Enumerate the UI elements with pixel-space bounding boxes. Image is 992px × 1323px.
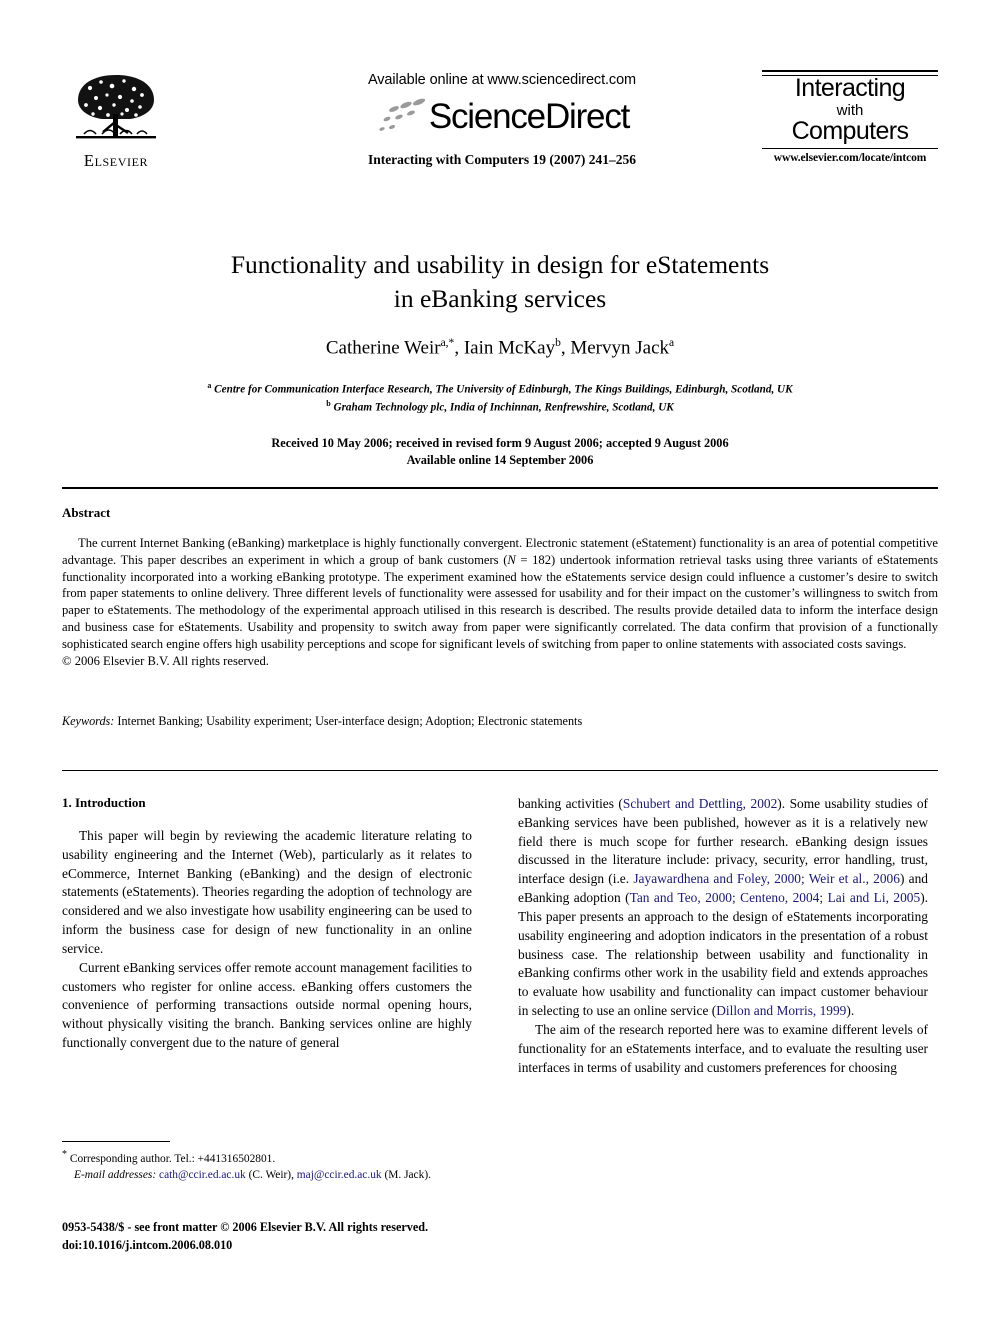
author-marks: a (669, 337, 675, 350)
footnote-block: * Corresponding author. Tel.: +441316502… (62, 1141, 472, 1183)
abstract-copyright: © 2006 Elsevier B.V. All rights reserved… (62, 653, 269, 668)
title-block: Functionality and usability in design fo… (62, 248, 938, 470)
page-title: Functionality and usability in design fo… (62, 248, 938, 315)
abstract-top-rule (62, 487, 938, 489)
abstract-text-part2: ) undertook information retrieval tasks … (62, 552, 939, 651)
article-first-page: Elsevier Available online at www.science… (0, 0, 992, 1323)
issn-front-matter: 0953-5438/$ - see front matter © 2006 El… (62, 1220, 429, 1234)
sciencedirect-wordmark: ScienceDirect (428, 97, 631, 136)
elsevier-tree-icon (76, 75, 156, 139)
sciencedirect-logo: ScienceDirect (278, 94, 726, 140)
publication-dates: Received 10 May 2006; received in revise… (62, 435, 938, 470)
corresponding-author-note: * Corresponding author. Tel.: +441316502… (62, 1148, 472, 1167)
sciencedirect-block: Available online at www.sciencedirect.co… (278, 72, 726, 168)
keywords-list: Internet Banking; Usability experiment; … (117, 714, 583, 728)
text-segment: banking activities ( (518, 796, 623, 811)
affiliation-text: Graham Technology plc, India of Inchinna… (333, 401, 674, 414)
author-name: Iain McKay (463, 337, 556, 359)
sciencedirect-swoosh-icon (379, 98, 425, 131)
journal-masthead-box: Interacting with Computers www.elsevier.… (762, 70, 938, 164)
column-right: banking activities (Schubert and Dettlin… (518, 795, 928, 1077)
citation-link[interactable]: Schubert and Dettling, 2002 (623, 796, 777, 811)
available-online-text: Available online at www.sciencedirect.co… (367, 72, 637, 88)
author-marks: b (555, 337, 561, 350)
author-list: Catherine Weira,*, Iain McKayb, Mervyn J… (325, 337, 675, 359)
author-marks: a,* (440, 337, 455, 350)
affiliation-item: a Centre for Communication Interface Res… (62, 380, 938, 399)
email-addresses-note: E-mail addresses: cath@ccir.ed.ac.uk (C.… (62, 1167, 472, 1183)
paragraph: The aim of the research reported here wa… (518, 1021, 928, 1075)
email-label: E-mail addresses: (74, 1168, 157, 1181)
available-online-date: Available online 14 September 2006 (406, 453, 594, 468)
sample-size-symbol: N (507, 552, 516, 567)
corresponding-author-text: Corresponding author. Tel.: +44131650280… (67, 1152, 276, 1165)
abstract-section: Abstract The current Internet Banking (e… (62, 505, 938, 670)
masthead: Elsevier Available online at www.science… (62, 62, 938, 212)
keywords-label: Keywords: (62, 714, 115, 728)
elsevier-logo: Elsevier (62, 70, 170, 171)
email-link-weir[interactable]: cath@ccir.ed.ac.uk (159, 1169, 246, 1181)
affiliation-mark: b (326, 399, 331, 409)
paragraph: This paper will begin by reviewing the a… (62, 828, 472, 956)
citation-link[interactable]: Tan and Teo, 2000; Centeno, 2004; Lai an… (630, 890, 921, 905)
text-segment: ). (846, 1003, 855, 1019)
citation-link[interactable]: Jayawardhena and Foley, 2000; Weir et al… (633, 871, 900, 886)
email-owner-weir: (C. Weir), (245, 1168, 297, 1181)
column-left: 1. Introduction This paper will begin by… (62, 795, 472, 1053)
journal-box-bottom-rule (762, 148, 938, 150)
author-name: Mervyn Jack (570, 337, 670, 359)
body-columns: 1. Introduction This paper will begin by… (62, 795, 938, 1195)
author-name: Catherine Weir (325, 337, 441, 359)
email-owner-jack: (M. Jack). (381, 1168, 431, 1181)
section-heading-introduction: 1. Introduction (62, 795, 146, 810)
title-line-1: Functionality and usability in design fo… (230, 250, 770, 279)
journal-title-line1: Interacting (794, 74, 906, 102)
sample-size-value: = 182 (515, 552, 552, 567)
affiliation-item: b Graham Technology plc, India of Inchin… (62, 398, 938, 417)
footnote-rule (62, 1141, 170, 1142)
journal-url[interactable]: www.elsevier.com/locate/intcom (762, 152, 938, 164)
keywords-section: Keywords: Internet Banking; Usability ex… (62, 714, 938, 729)
affiliation-mark: a (207, 380, 212, 390)
journal-title-line3: Computers (791, 116, 909, 145)
abstract-bottom-rule (62, 770, 938, 771)
abstract-text: The current Internet Banking (eBanking) … (62, 535, 938, 653)
affiliation-list: a Centre for Communication Interface Res… (62, 380, 938, 417)
received-dates: Received 10 May 2006; received in revise… (271, 435, 729, 450)
title-line-2: in eBanking services (393, 283, 607, 313)
text-segment: ). This paper presents an approach to th… (518, 890, 928, 1019)
footer-block: 0953-5438/$ - see front matter © 2006 El… (62, 1219, 562, 1254)
doi-line: doi:10.1016/j.intcom.2006.08.010 (62, 1237, 233, 1252)
paragraph: banking activities (Schubert and Dettlin… (518, 795, 928, 1021)
abstract-heading: Abstract (62, 505, 111, 520)
email-link-jack[interactable]: maj@ccir.ed.ac.uk (297, 1169, 382, 1181)
elsevier-wordmark: Elsevier (83, 151, 149, 170)
citation-link[interactable]: Dillon and Morris, 1999 (716, 1003, 846, 1018)
journal-citation-line: Interacting with Computers 19 (2007) 241… (367, 152, 637, 167)
affiliation-text: Centre for Communication Interface Resea… (214, 383, 793, 396)
paragraph: Current eBanking services offer remote a… (62, 959, 472, 1051)
